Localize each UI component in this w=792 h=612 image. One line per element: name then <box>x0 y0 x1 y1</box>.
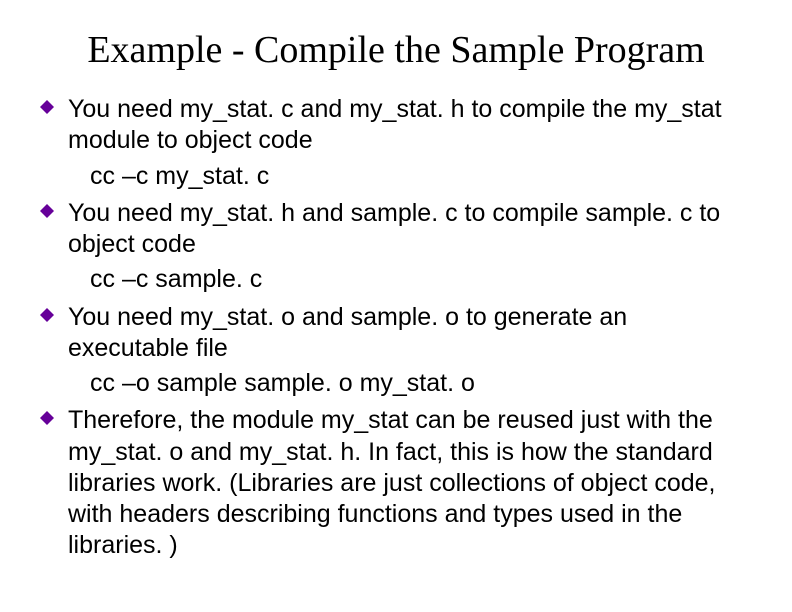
diamond-bullet-icon <box>40 302 68 322</box>
item-sub: cc –o sample sample. o my_stat. o <box>90 368 752 399</box>
item-sub: cc –c my_stat. c <box>90 161 752 192</box>
slide-title: Example - Compile the Sample Program <box>40 28 752 72</box>
diamond-bullet-icon <box>40 405 68 425</box>
item-text: Therefore, the module my_stat can be reu… <box>68 405 752 561</box>
diamond-bullet-icon <box>40 94 68 114</box>
item-text: You need my_stat. h and sample. c to com… <box>68 198 752 261</box>
list-item: Therefore, the module my_stat can be reu… <box>40 405 752 561</box>
list-item: You need my_stat. o and sample. o to gen… <box>40 302 752 365</box>
diamond-bullet-icon <box>40 198 68 218</box>
list-item: You need my_stat. c and my_stat. h to co… <box>40 94 752 157</box>
item-text: You need my_stat. o and sample. o to gen… <box>68 302 752 365</box>
list-item: You need my_stat. h and sample. c to com… <box>40 198 752 261</box>
slide-content: You need my_stat. c and my_stat. h to co… <box>40 94 752 562</box>
slide: Example - Compile the Sample Program You… <box>0 0 792 612</box>
item-text: You need my_stat. c and my_stat. h to co… <box>68 94 752 157</box>
item-sub: cc –c sample. c <box>90 264 752 295</box>
